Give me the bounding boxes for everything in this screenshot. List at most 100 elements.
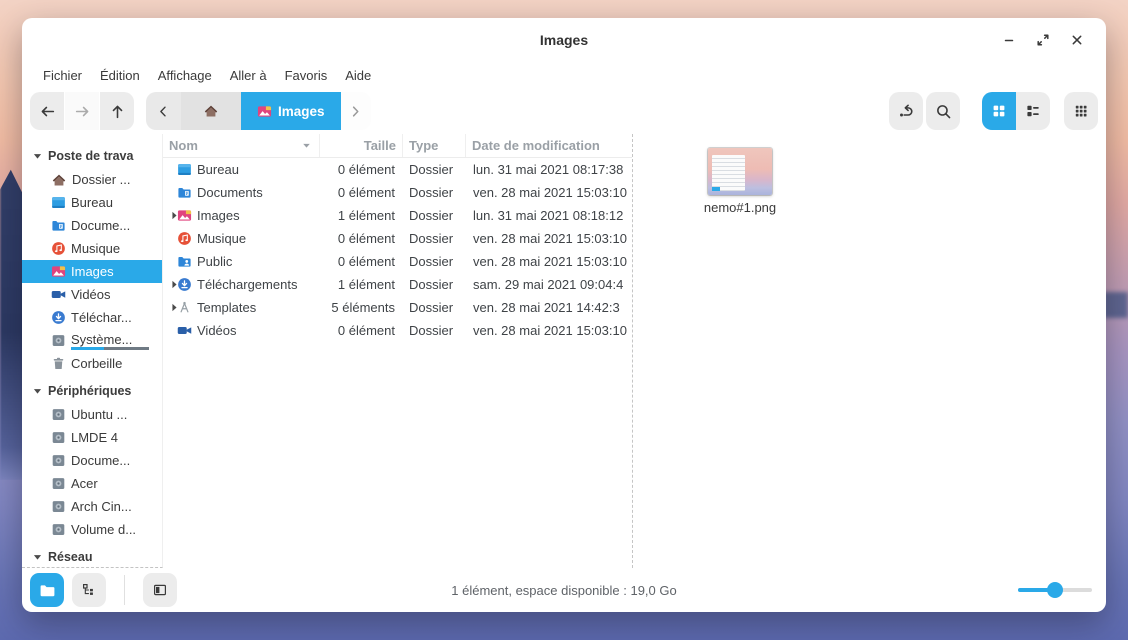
expander-icon[interactable]: [163, 279, 177, 290]
sidebar-item-dossier-[interactable]: Dossier ...: [22, 168, 162, 191]
sidebar-item-acer[interactable]: Acer: [22, 472, 162, 495]
sidebar-item-docume-[interactable]: Docume...: [22, 449, 162, 472]
file-item-nemo-1-png[interactable]: nemo#1.png: [685, 148, 795, 215]
table-row-public[interactable]: Public0 élémentDossierven. 28 mai 2021 1…: [163, 250, 632, 273]
sidebar-item-vid-os[interactable]: Vidéos: [22, 283, 162, 306]
sidebar-item-lmde-4[interactable]: LMDE 4: [22, 426, 162, 449]
sidebar-section-2[interactable]: Réseau: [22, 545, 162, 568]
back-button[interactable]: [30, 92, 64, 130]
drive-icon: [51, 430, 66, 445]
table-row-images[interactable]: Images1 élémentDossierlun. 31 mai 2021 0…: [163, 204, 632, 227]
column-header-size[interactable]: Taille: [320, 134, 403, 157]
drive-icon: [51, 522, 66, 537]
list-view-icon: [1025, 103, 1041, 119]
maximize-icon: [1035, 32, 1051, 48]
table-row-t-l-chargements[interactable]: Téléchargements1 élémentDossiersam. 29 m…: [163, 273, 632, 296]
desktop-icon: [177, 162, 192, 177]
sidebar-item-arch-cin-[interactable]: Arch Cin...: [22, 495, 162, 518]
menu-item-3[interactable]: Aller à: [221, 65, 276, 86]
sidebar-item-volume-d-[interactable]: Volume d...: [22, 518, 162, 541]
wallpaper-mountain-far: [1103, 292, 1128, 318]
minimize-button[interactable]: [996, 27, 1022, 53]
search-button[interactable]: [926, 92, 960, 130]
video-icon: [177, 323, 192, 338]
drive-icon: [51, 476, 66, 491]
section-triangle-icon: [32, 386, 43, 397]
expander-icon: [169, 302, 177, 313]
sidebar-item-musique[interactable]: Musique: [22, 237, 162, 260]
breadcrumb-current-folder[interactable]: Images: [241, 92, 341, 130]
breadcrumb-prev-button[interactable]: [146, 92, 181, 130]
folder-public-icon: [177, 254, 192, 269]
breadcrumb-home-button[interactable]: [181, 92, 241, 130]
list-pane: Nom Taille Type Date de modification Bur…: [163, 134, 633, 568]
expander-icon[interactable]: [163, 210, 177, 221]
toggle-sidebar-button[interactable]: [143, 573, 177, 607]
grid-view-icon: [991, 103, 1007, 119]
zoom-slider[interactable]: [1018, 582, 1092, 598]
maximize-button[interactable]: [1030, 27, 1056, 53]
sidebar-item-corbeille[interactable]: Corbeille: [22, 352, 162, 375]
music-icon: [51, 241, 66, 256]
menu-item-1[interactable]: Édition: [91, 65, 149, 86]
expander-icon[interactable]: [163, 302, 177, 313]
table-row-bureau[interactable]: Bureau0 élémentDossierlun. 31 mai 2021 0…: [163, 158, 632, 181]
table-row-vid-os[interactable]: Vidéos0 élémentDossierven. 28 mai 2021 1…: [163, 319, 632, 342]
table-row-documents[interactable]: Documents0 élémentDossierven. 28 mai 202…: [163, 181, 632, 204]
sort-descending-icon[interactable]: [300, 139, 313, 152]
list-view-button[interactable]: [1016, 92, 1050, 130]
arrow-left-icon: [39, 103, 56, 120]
sidebar-item-syst-me-[interactable]: Système...: [22, 329, 162, 352]
drive-icon: [51, 499, 66, 514]
menu-item-4[interactable]: Favoris: [276, 65, 337, 86]
menubar: FichierÉditionAffichageAller àFavorisAid…: [22, 62, 1106, 88]
sidebar-section-0[interactable]: Poste de trava: [22, 144, 162, 168]
sidebar-section-1[interactable]: Périphériques: [22, 379, 162, 403]
toggle-location-icon: [898, 103, 915, 120]
arrow-right-icon: [74, 103, 91, 120]
grid-view-button[interactable]: [982, 92, 1016, 130]
drive-icon: [51, 407, 66, 422]
download-icon: [177, 277, 192, 292]
column-header-date[interactable]: Date de modification: [466, 134, 632, 157]
expander-icon: [169, 210, 177, 221]
menu-item-5[interactable]: Aide: [336, 65, 380, 86]
close-button[interactable]: [1064, 27, 1090, 53]
menu-item-2[interactable]: Affichage: [149, 65, 221, 86]
menu-item-0[interactable]: Fichier: [34, 65, 91, 86]
arrow-up-icon: [109, 103, 126, 120]
file-list: Bureau0 élémentDossierlun. 31 mai 2021 0…: [163, 158, 632, 342]
forward-button[interactable]: [65, 92, 99, 130]
image-thumbnail: [708, 148, 772, 195]
show-treeview-button[interactable]: [72, 573, 106, 607]
sidebar-toggle-icon: [152, 582, 168, 598]
section-triangle-icon: [32, 552, 43, 563]
up-button[interactable]: [100, 92, 134, 130]
toggle-location-entry-button[interactable]: [889, 92, 923, 130]
chevron-right-icon: [348, 104, 363, 119]
show-places-button[interactable]: [30, 573, 64, 607]
column-header-name[interactable]: Nom: [163, 134, 320, 157]
pictures-icon: [51, 264, 66, 279]
table-row-templates[interactable]: Templates5 élémentsDossierven. 28 mai 20…: [163, 296, 632, 319]
folder-documents-icon: [51, 218, 66, 233]
table-row-musique[interactable]: Musique0 élémentDossierven. 28 mai 2021 …: [163, 227, 632, 250]
sidebar-item-docume-[interactable]: Docume...: [22, 214, 162, 237]
drive-icon: [51, 453, 66, 468]
sidebar-item-ubuntu-[interactable]: Ubuntu ...: [22, 403, 162, 426]
breadcrumb-next-button[interactable]: [341, 92, 371, 130]
status-text: 1 élément, espace disponible : 19,0 Go: [22, 583, 1106, 598]
zoom-slider-handle[interactable]: [1047, 582, 1063, 598]
titlebar[interactable]: Images: [22, 18, 1106, 62]
sidebar-item-images[interactable]: Images: [22, 260, 162, 283]
sidebar-item-t-l-char-[interactable]: Téléchar...: [22, 306, 162, 329]
list-column-headers: Nom Taille Type Date de modification: [163, 134, 632, 158]
desktop-icon: [51, 195, 66, 210]
icon-grid-pane: nemo#1.png: [633, 134, 1106, 568]
breadcrumb: Images: [146, 92, 371, 130]
compact-view-button[interactable]: [1064, 92, 1098, 130]
sidebar-item-bureau[interactable]: Bureau: [22, 191, 162, 214]
window-title: Images: [22, 32, 1106, 48]
column-header-type[interactable]: Type: [403, 134, 466, 157]
compact-view-icon: [1073, 103, 1089, 119]
